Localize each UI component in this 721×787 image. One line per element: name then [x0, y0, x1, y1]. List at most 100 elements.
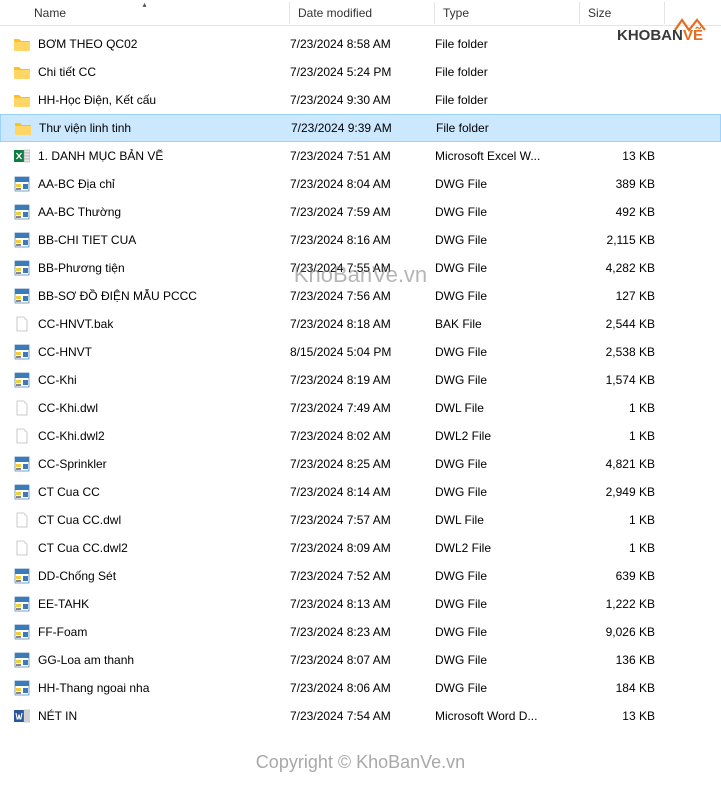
file-row[interactable]: NÉT IN7/23/2024 7:54 AMMicrosoft Word D.…	[0, 702, 721, 730]
dwg-icon	[10, 622, 34, 642]
column-name-label: Name	[34, 6, 66, 20]
file-row[interactable]: HH-Học Điện, Kết cấu7/23/2024 9:30 AMFil…	[0, 86, 721, 114]
file-name: AA-BC Thường	[38, 205, 290, 219]
file-date: 7/23/2024 7:57 AM	[290, 513, 435, 527]
column-header-date[interactable]: Date modified	[290, 2, 435, 24]
file-row[interactable]: HH-Thang ngoai nha7/23/2024 8:06 AMDWG F…	[0, 674, 721, 702]
file-type: File folder	[435, 93, 580, 107]
file-type: DWG File	[435, 261, 580, 275]
file-date: 7/23/2024 8:09 AM	[290, 541, 435, 555]
file-row[interactable]: FF-Foam7/23/2024 8:23 AMDWG File9,026 KB	[0, 618, 721, 646]
file-type: File folder	[435, 65, 580, 79]
file-size: 13 KB	[580, 709, 655, 723]
file-name: DD-Chống Sét	[38, 569, 290, 583]
file-type: DWG File	[435, 205, 580, 219]
file-date: 7/23/2024 7:59 AM	[290, 205, 435, 219]
file-row[interactable]: CC-HNVT8/15/2024 5:04 PMDWG File2,538 KB	[0, 338, 721, 366]
file-name: CC-Khi.dwl2	[38, 429, 290, 443]
file-row[interactable]: CC-Khi.dwl7/23/2024 7:49 AMDWL File1 KB	[0, 394, 721, 422]
file-name: BB-CHI TIET CUA	[38, 233, 290, 247]
column-header-name[interactable]: ▴ Name	[0, 2, 290, 24]
file-type: BAK File	[435, 317, 580, 331]
file-size: 13 KB	[580, 149, 655, 163]
file-type: DWG File	[435, 233, 580, 247]
folder-icon	[10, 34, 34, 54]
file-type: DWG File	[435, 485, 580, 499]
file-date: 7/23/2024 5:24 PM	[290, 65, 435, 79]
file-row[interactable]: CC-Khi7/23/2024 8:19 AMDWG File1,574 KB	[0, 366, 721, 394]
file-row[interactable]: CC-Sprinkler7/23/2024 8:25 AMDWG File4,8…	[0, 450, 721, 478]
file-date: 7/23/2024 8:23 AM	[290, 625, 435, 639]
file-name: GG-Loa am thanh	[38, 653, 290, 667]
file-date: 7/23/2024 7:49 AM	[290, 401, 435, 415]
file-type: File folder	[435, 37, 580, 51]
blank-icon	[10, 426, 34, 446]
file-date: 8/15/2024 5:04 PM	[290, 345, 435, 359]
file-type: Microsoft Excel W...	[435, 149, 580, 163]
column-header-row: ▴ Name Date modified Type Size	[0, 0, 721, 26]
blank-icon	[10, 398, 34, 418]
file-row[interactable]: EE-TAHK7/23/2024 8:13 AMDWG File1,222 KB	[0, 590, 721, 618]
file-row[interactable]: Thư viện linh tinh7/23/2024 9:39 AMFile …	[0, 114, 721, 142]
file-size: 4,821 KB	[580, 457, 655, 471]
file-row[interactable]: GG-Loa am thanh7/23/2024 8:07 AMDWG File…	[0, 646, 721, 674]
dwg-icon	[10, 174, 34, 194]
file-name: CC-Khi	[38, 373, 290, 387]
file-row[interactable]: CT Cua CC7/23/2024 8:14 AMDWG File2,949 …	[0, 478, 721, 506]
file-row[interactable]: CC-Khi.dwl27/23/2024 8:02 AMDWL2 File1 K…	[0, 422, 721, 450]
dwg-icon	[10, 286, 34, 306]
excel-icon	[10, 146, 34, 166]
watermark-bottom: Copyright © KhoBanVe.vn	[256, 752, 465, 773]
file-row[interactable]: AA-BC Thường7/23/2024 7:59 AMDWG File492…	[0, 198, 721, 226]
file-date: 7/23/2024 7:56 AM	[290, 289, 435, 303]
file-row[interactable]: BB-SƠ ĐỒ ĐIỆN MẪU PCCC7/23/2024 7:56 AMD…	[0, 282, 721, 310]
file-name: FF-Foam	[38, 625, 290, 639]
file-name: 1. DANH MỤC BẢN VẼ	[38, 149, 290, 163]
file-row[interactable]: CT Cua CC.dwl27/23/2024 8:09 AMDWL2 File…	[0, 534, 721, 562]
file-name: CC-HNVT	[38, 345, 290, 359]
dwg-icon	[10, 202, 34, 222]
file-name: CT Cua CC	[38, 485, 290, 499]
dwg-icon	[10, 594, 34, 614]
file-row[interactable]: Chi tiết CC7/23/2024 5:24 PMFile folder	[0, 58, 721, 86]
file-name: BB-Phương tiện	[38, 261, 290, 275]
file-name: CC-Khi.dwl	[38, 401, 290, 415]
file-size: 1,222 KB	[580, 597, 655, 611]
file-date: 7/23/2024 8:16 AM	[290, 233, 435, 247]
dwg-icon	[10, 230, 34, 250]
file-size: 9,026 KB	[580, 625, 655, 639]
folder-icon	[10, 90, 34, 110]
file-name: BB-SƠ ĐỒ ĐIỆN MẪU PCCC	[38, 289, 290, 303]
file-row[interactable]: DD-Chống Sét7/23/2024 7:52 AMDWG File639…	[0, 562, 721, 590]
file-row[interactable]: BB-CHI TIET CUA7/23/2024 8:16 AMDWG File…	[0, 226, 721, 254]
dwg-icon	[10, 566, 34, 586]
file-type: DWG File	[435, 681, 580, 695]
blank-icon	[10, 510, 34, 530]
file-size: 1 KB	[580, 541, 655, 555]
file-size: 1,574 KB	[580, 373, 655, 387]
column-header-type[interactable]: Type	[435, 2, 580, 24]
file-size: 1 KB	[580, 429, 655, 443]
file-size: 2,949 KB	[580, 485, 655, 499]
file-row[interactable]: BB-Phương tiện7/23/2024 7:55 AMDWG File4…	[0, 254, 721, 282]
file-row[interactable]: BƠM THEO QC027/23/2024 8:58 AMFile folde…	[0, 30, 721, 58]
file-name: Chi tiết CC	[38, 65, 290, 79]
column-header-size[interactable]: Size	[580, 2, 665, 24]
file-type: DWG File	[435, 177, 580, 191]
file-size: 2,538 KB	[580, 345, 655, 359]
dwg-icon	[10, 370, 34, 390]
file-name: CT Cua CC.dwl2	[38, 541, 290, 555]
file-row[interactable]: CC-HNVT.bak7/23/2024 8:18 AMBAK File2,54…	[0, 310, 721, 338]
word-icon	[10, 706, 34, 726]
dwg-icon	[10, 454, 34, 474]
file-row[interactable]: CT Cua CC.dwl7/23/2024 7:57 AMDWL File1 …	[0, 506, 721, 534]
folder-icon	[10, 62, 34, 82]
file-size: 127 KB	[580, 289, 655, 303]
file-size: 492 KB	[580, 205, 655, 219]
file-date: 7/23/2024 7:54 AM	[290, 709, 435, 723]
file-row[interactable]: 1. DANH MỤC BẢN VẼ7/23/2024 7:51 AMMicro…	[0, 142, 721, 170]
file-row[interactable]: AA-BC Địa chỉ7/23/2024 8:04 AMDWG File38…	[0, 170, 721, 198]
file-name: AA-BC Địa chỉ	[38, 177, 290, 191]
file-date: 7/23/2024 8:06 AM	[290, 681, 435, 695]
file-date: 7/23/2024 8:13 AM	[290, 597, 435, 611]
